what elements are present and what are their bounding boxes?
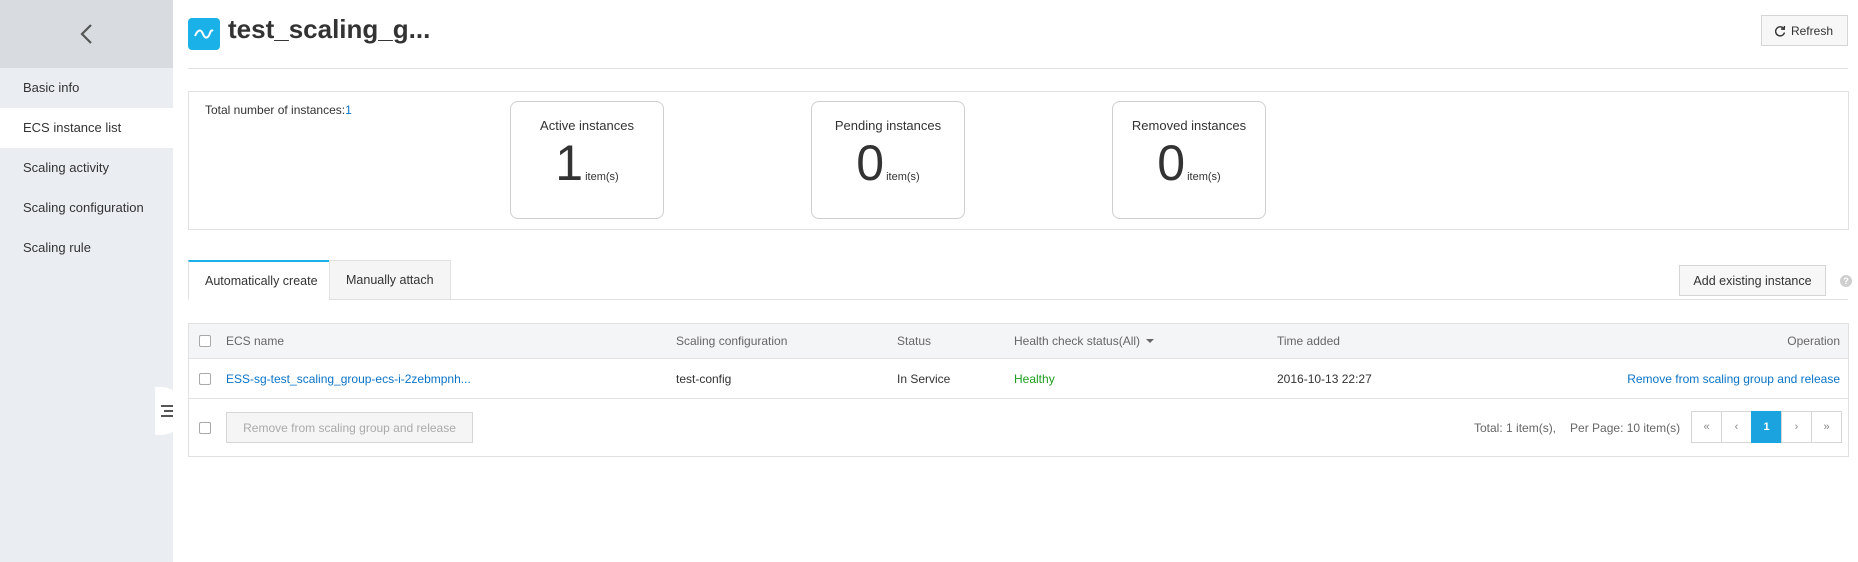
page-header: test_scaling_g... Refresh bbox=[188, 0, 1848, 69]
total-instances: Total number of instances:1 bbox=[205, 103, 352, 117]
refresh-label: Refresh bbox=[1790, 23, 1833, 38]
column-header-time-added: Time added bbox=[1277, 334, 1340, 348]
refresh-icon bbox=[1774, 25, 1786, 36]
active-instances-card: Active instances 1 item(s) bbox=[510, 101, 664, 219]
column-header-scaling-configuration: Scaling configuration bbox=[676, 334, 788, 348]
sidebar-nav: Basic info ECS instance list Scaling act… bbox=[0, 68, 173, 268]
page-title: test_scaling_g... bbox=[228, 14, 431, 44]
sidebar-item-ecs-instance-list[interactable]: ECS instance list bbox=[0, 108, 173, 148]
sidebar: Basic info ECS instance list Scaling act… bbox=[0, 0, 173, 562]
stat-card-label: Active instances bbox=[540, 118, 634, 133]
table-row: ESS-sg-test_scaling_group-ecs-i-2zebmpnh… bbox=[189, 359, 1848, 399]
time-added-value: 2016-10-13 22:27 bbox=[1277, 371, 1372, 386]
stat-card-unit: item(s) bbox=[1187, 171, 1221, 183]
add-existing-instance-button[interactable]: Add existing instance bbox=[1679, 265, 1826, 296]
stat-card-unit: item(s) bbox=[585, 171, 619, 183]
chevron-left-icon bbox=[79, 24, 92, 44]
stat-card-unit: item(s) bbox=[886, 171, 920, 183]
tab-automatically-create[interactable]: Automatically create bbox=[188, 260, 335, 300]
pagination-per-page: Per Page: 10 item(s) bbox=[1570, 420, 1681, 435]
wave-logo-icon bbox=[188, 18, 220, 50]
column-header-operation: Operation bbox=[1787, 334, 1840, 348]
stat-card-label: Removed instances bbox=[1131, 118, 1247, 133]
tab-bar: Automatically create Manually attach bbox=[188, 260, 1848, 300]
footer-select-all-checkbox[interactable] bbox=[199, 421, 211, 434]
remove-and-release-link[interactable]: Remove from scaling group and release bbox=[1627, 359, 1840, 398]
sidebar-item-basic-info[interactable]: Basic info bbox=[0, 68, 173, 108]
total-instances-label: Total number of instances: bbox=[205, 103, 346, 117]
health-filter-dropdown[interactable]: Health check status(All) bbox=[1014, 324, 1155, 358]
pagination-info: Total: 1 item(s), Per Page: 10 item(s) bbox=[1474, 412, 1680, 443]
health-status-value: Healthy bbox=[1014, 371, 1055, 386]
ecs-name-link[interactable]: ESS-sg-test_scaling_group-ecs-i-2zebmpnh… bbox=[226, 359, 471, 398]
next-page-button[interactable]: › bbox=[1781, 411, 1812, 443]
sidebar-item-scaling-rule[interactable]: Scaling rule bbox=[0, 228, 173, 268]
pagination: « ‹ 1 › » bbox=[1691, 411, 1842, 443]
prev-page-button[interactable]: ‹ bbox=[1721, 411, 1752, 443]
list-toggle-icon bbox=[161, 405, 173, 417]
column-header-health: Health check status(All) bbox=[1014, 334, 1141, 348]
column-header-ecs-name: ECS name bbox=[226, 334, 285, 348]
stat-card-value: 0 bbox=[1157, 135, 1186, 191]
instance-summary-panel: Total number of instances:1 Active insta… bbox=[188, 91, 1849, 230]
instance-table: ECS name Scaling configuration Status He… bbox=[188, 323, 1849, 457]
caret-down-icon bbox=[1146, 339, 1155, 343]
table-footer: Remove from scaling group and release To… bbox=[189, 399, 1848, 456]
scaling-configuration-value: test-config bbox=[676, 371, 732, 386]
batch-remove-button[interactable]: Remove from scaling group and release bbox=[226, 412, 473, 443]
sidebar-collapse-toggle[interactable] bbox=[155, 387, 185, 435]
row-checkbox[interactable] bbox=[199, 372, 211, 385]
stat-card-value: 1 bbox=[555, 135, 584, 191]
sidebar-item-scaling-configuration[interactable]: Scaling configuration bbox=[0, 188, 173, 228]
table-header: ECS name Scaling configuration Status He… bbox=[189, 324, 1848, 359]
stat-card-label: Pending instances bbox=[834, 118, 942, 133]
pagination-total: Total: 1 item(s), bbox=[1474, 420, 1557, 435]
page-1-button[interactable]: 1 bbox=[1751, 411, 1782, 443]
sidebar-item-scaling-activity[interactable]: Scaling activity bbox=[0, 148, 173, 188]
last-page-button[interactable]: » bbox=[1811, 411, 1842, 443]
status-value: In Service bbox=[897, 371, 951, 386]
stat-card-value: 0 bbox=[856, 135, 885, 191]
refresh-button[interactable]: Refresh bbox=[1760, 15, 1848, 46]
removed-instances-card: Removed instances 0 item(s) bbox=[1112, 101, 1266, 219]
back-button[interactable] bbox=[0, 0, 173, 68]
select-all-checkbox[interactable] bbox=[199, 335, 211, 347]
column-header-status: Status bbox=[897, 334, 932, 348]
tab-manually-attach[interactable]: Manually attach bbox=[329, 260, 451, 300]
pending-instances-card: Pending instances 0 item(s) bbox=[811, 101, 965, 219]
total-instances-value: 1 bbox=[345, 103, 352, 117]
first-page-button[interactable]: « bbox=[1691, 411, 1722, 443]
help-icon[interactable]: ? bbox=[1840, 275, 1852, 287]
